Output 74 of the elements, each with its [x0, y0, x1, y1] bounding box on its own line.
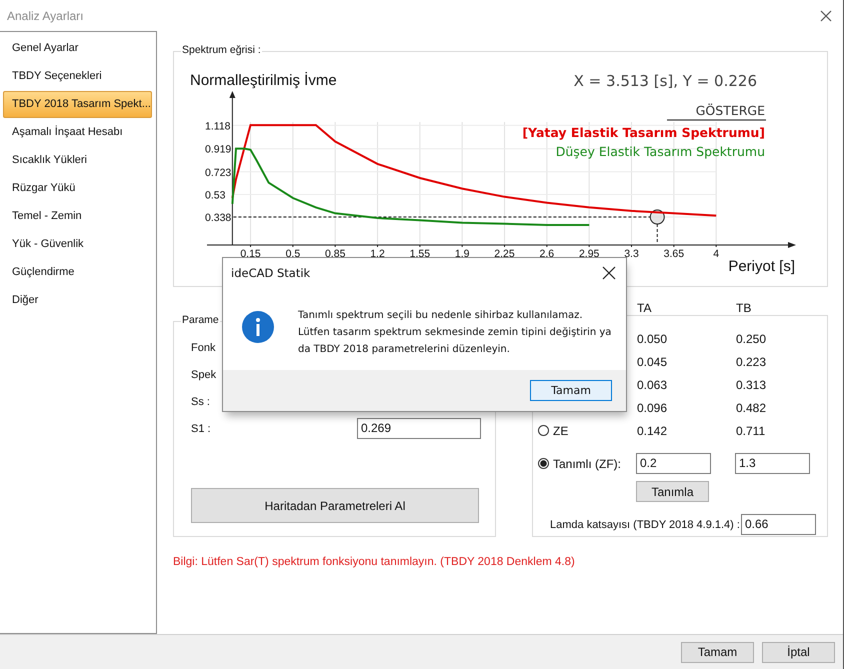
- field-label: S1 :: [191, 422, 211, 434]
- info-text: Bilgi: Lütfen Sar(T) spektrum fonksiyonu tanımlayın. (TBDY 2018 Denklem 4.8): [173, 556, 576, 568]
- legend-entry: Düşey Elastik Tasarım Spektrumu: [556, 144, 765, 159]
- guide-line: [656, 224, 658, 244]
- sidebar-item[interactable]: TBDY 2018 Tasarım Spekt...: [3, 91, 152, 118]
- sidebar-item[interactable]: Diğer: [3, 287, 152, 314]
- input-field[interactable]: 0.66: [741, 514, 816, 535]
- sidebar-item[interactable]: TBDY Seçenekleri: [3, 63, 152, 90]
- axis-title: Periyot [s]: [728, 258, 795, 275]
- cursor-marker: [650, 210, 665, 225]
- table-cell-text: 0.223: [735, 354, 768, 368]
- column-header: TA: [636, 301, 652, 315]
- tick-label: 0.15: [240, 248, 261, 260]
- sidebar-item[interactable]: Rüzgar Yükü: [3, 175, 152, 202]
- tick-label: 4: [713, 248, 720, 260]
- field-label: Ss :: [191, 396, 210, 408]
- dialog-button[interactable]: Tamam: [681, 642, 754, 662]
- tick-label: 2.25: [494, 248, 515, 260]
- table-cell-text: 0.096: [636, 400, 668, 414]
- radio-button[interactable]: [538, 458, 549, 469]
- table-cell-text: 0.313: [735, 378, 768, 392]
- sidebar-item[interactable]: Yük - Güvenlik: [3, 231, 152, 258]
- tick-label: 1.9: [454, 248, 470, 260]
- coordinate-readout: X = 3.513 [s], Y = 0.226: [574, 72, 757, 90]
- table-cell-text: 0.142: [636, 424, 668, 438]
- input-field[interactable]: 1.3: [735, 453, 810, 474]
- group-title: Spektrum eğrisi :: [181, 44, 262, 56]
- field-label: Lamda katsayısı (TBDY 2018 4.9.1.4) :: [550, 518, 741, 530]
- tick-label: 0.53: [205, 189, 226, 202]
- close-icon[interactable]: [602, 266, 616, 280]
- ok-button[interactable]: Tamam: [530, 380, 612, 401]
- table-cell-text: 0.711: [735, 424, 766, 438]
- info-icon: [242, 311, 274, 343]
- sidebar-item[interactable]: Temel - Zemin: [3, 203, 152, 230]
- radio-label[interactable]: Tanımlı (ZF):: [553, 456, 621, 470]
- tick-label: 3.3: [624, 248, 639, 260]
- radio-button[interactable]: [538, 425, 549, 436]
- tick-label: 0.723: [205, 166, 232, 179]
- input-field[interactable]: 0.269: [357, 418, 481, 439]
- tick-label: 0.919: [205, 144, 232, 156]
- table-cell-text: 0.050: [636, 332, 668, 346]
- legend-entry: [Yatay Elastik Tasarım Spektrumu]: [522, 125, 765, 140]
- sidebar-item[interactable]: Sıcaklık Yükleri: [3, 147, 152, 174]
- map-parameters-button[interactable]: Haritadan Parametreleri Al: [191, 488, 479, 523]
- field-label: Fonk: [191, 342, 216, 354]
- define-button[interactable]: Tanımla: [636, 481, 709, 502]
- table-cell-text: 0.045: [636, 354, 668, 368]
- tick-label: 2.6: [540, 248, 554, 260]
- window-title: Analiz Ayarları: [7, 8, 84, 22]
- tick-label: 2.95: [578, 248, 600, 260]
- sidebar-item[interactable]: Güçlendirme: [3, 259, 152, 286]
- tick-label: 1.55: [410, 248, 430, 260]
- axis-title: Normalleştirilmiş İvme: [190, 72, 337, 89]
- dialog-title: ideCAD Statik: [231, 266, 310, 280]
- tick-label: 1.118: [205, 120, 230, 132]
- table-cell-text: 0.063: [636, 378, 668, 392]
- sidebar-item[interactable]: Genel Ayarlar: [3, 35, 152, 62]
- tick-label: 0.338: [205, 212, 232, 224]
- group-title: Parame: [181, 314, 220, 326]
- table-cell-text: 0.482: [735, 400, 768, 414]
- tick-label: 0.5: [286, 248, 300, 260]
- dialog-button[interactable]: İptal: [762, 642, 835, 662]
- field-label: Spek: [191, 368, 216, 380]
- tick-label: 1.2: [370, 248, 385, 260]
- table-cell-text: 0.250: [735, 332, 768, 346]
- legend-title: GÖSTERGE: [696, 103, 765, 118]
- radio-label[interactable]: ZE: [553, 424, 568, 438]
- tick-label: 0.85: [324, 248, 346, 260]
- column-header: TB: [735, 301, 752, 315]
- close-icon[interactable]: [820, 10, 832, 22]
- tick-label: 3.65: [664, 248, 684, 260]
- sidebar-item[interactable]: Aşamalı İnşaat Hesabı: [3, 119, 152, 146]
- input-field[interactable]: 0.2: [636, 453, 711, 474]
- dialog-message: Tanımlı spektrum seçili bu nedenle sihirbaz kullanılamaz. Lütfen tasarım spektrum sekmesinde zemin tipini değiştirin ya da TBDY 2018 parametrelerini düzenleyin.: [298, 309, 612, 357]
